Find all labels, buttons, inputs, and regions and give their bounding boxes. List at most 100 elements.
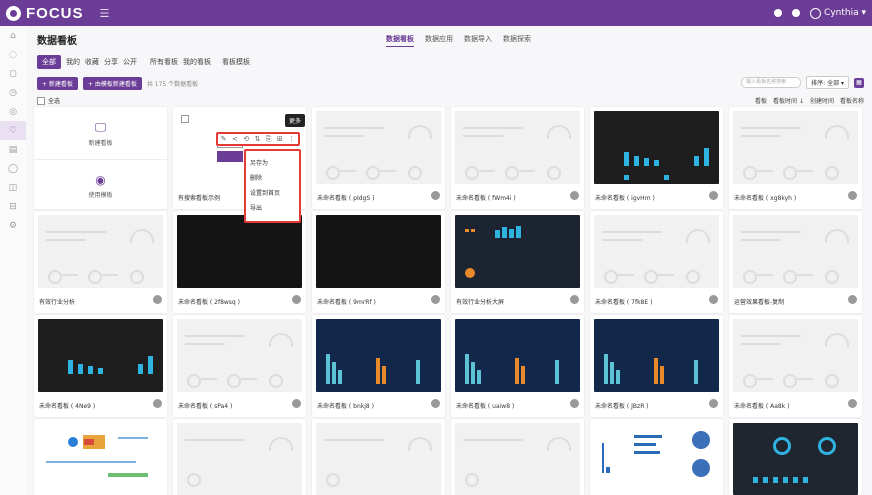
board-card[interactable]: 未命名看板 ( pIdgS ) (312, 107, 445, 209)
sort-link-view-time[interactable]: 看板时间 ↓ (773, 96, 804, 105)
board-card[interactable]: 有效行业分析 (34, 211, 167, 313)
sort-select[interactable]: 排序: 全部 ▾ (806, 76, 849, 89)
info-icon[interactable] (292, 399, 301, 408)
sidebar-item-table[interactable]: ▤ (0, 140, 26, 159)
sidebar-item-boards[interactable]: ♡ (0, 121, 26, 140)
sidebar-item-apps[interactable]: ◫ (0, 178, 26, 197)
new-from-template-button[interactable]: + 由模板新建看板 (82, 77, 142, 90)
user-menu[interactable]: Cynthia ▾ (810, 7, 866, 19)
select-all-checkbox[interactable] (37, 96, 45, 105)
info-icon[interactable] (153, 399, 162, 408)
monitor-icon: 🖵 (94, 119, 107, 134)
info-icon[interactable] (431, 191, 440, 200)
sidebar-item-home[interactable]: ⌂ (0, 26, 26, 45)
board-card[interactable] (729, 419, 862, 495)
info-icon[interactable] (431, 399, 440, 408)
info-icon[interactable] (848, 295, 857, 304)
card-checkbox[interactable] (181, 115, 189, 123)
share-icon[interactable]: < (232, 135, 238, 143)
cat-tab-favorites[interactable]: 收藏 (85, 57, 99, 67)
settings-icon[interactable] (792, 9, 801, 17)
board-name: 未命名看板 ( Aa8k ) (734, 403, 790, 410)
board-card[interactable] (173, 419, 306, 495)
info-icon[interactable] (292, 295, 301, 304)
sidebar-item-search[interactable]: ◌ (0, 45, 26, 64)
grid-view-icon[interactable]: ▦ (854, 77, 864, 88)
sidebar-item-admin[interactable]: ⊟ (0, 197, 26, 216)
info-icon[interactable] (570, 399, 579, 408)
menu-item-export[interactable]: 导出 (250, 201, 295, 216)
info-icon[interactable] (848, 399, 857, 408)
board-card[interactable]: 未命名看板 ( JBzR ) (590, 315, 723, 417)
board-card[interactable]: 有效行业分析大屏 (451, 211, 584, 313)
tab-explore[interactable]: 数据探索 (503, 34, 531, 47)
refresh-icon[interactable]: ⟲ (243, 135, 249, 143)
board-card[interactable]: 未命名看板 ( 9mrRf ) (312, 211, 445, 313)
board-thumbnail (38, 423, 163, 495)
menu-item-set-home[interactable]: 设置到首页 (250, 186, 295, 201)
board-card[interactable]: 未命名看板 ( Aa8k ) (729, 315, 862, 417)
board-card[interactable]: 未命名看板 ( 7fk8E ) (590, 211, 723, 313)
board-card[interactable]: 未命名看板 ( igvHm ) (590, 107, 723, 209)
edit-icon[interactable]: ✎ (221, 135, 227, 143)
cat-tab-shared[interactable]: 分享 (104, 57, 118, 67)
info-icon[interactable] (570, 295, 579, 304)
select-all[interactable]: 全选 (37, 96, 60, 105)
copy-icon[interactable]: ⎘ (266, 135, 272, 144)
info-icon[interactable] (153, 295, 162, 304)
cat-tab-templates[interactable]: 看板模板 (222, 57, 250, 67)
tab-apps[interactable]: 数据应用 (425, 34, 453, 47)
add-template-tile[interactable]: ◉ 使用模板 (34, 159, 167, 212)
search-input[interactable]: 输入看板名称搜索 (741, 77, 802, 88)
board-thumbnail (177, 215, 302, 288)
sidebar-item-chart[interactable]: ◷ (0, 83, 26, 102)
board-card[interactable]: 运营效果看板-复制 (729, 211, 862, 313)
notification-icon[interactable] (774, 9, 783, 17)
board-card[interactable]: 未命名看板 ( sPa4 ) (173, 315, 306, 417)
sort-link-created[interactable]: 创建时间 (810, 96, 834, 105)
cat-tab-mine[interactable]: 我的 (66, 57, 80, 67)
board-name: 未命名看板 ( xg8kyh ) (734, 195, 797, 202)
info-icon[interactable] (570, 191, 579, 200)
info-icon[interactable] (431, 295, 440, 304)
more-tooltip: 更多 (285, 114, 306, 127)
menu-item-save-as[interactable]: 另存为 (250, 156, 295, 171)
tab-import[interactable]: 数据导入 (464, 34, 492, 47)
board-card[interactable] (451, 419, 584, 495)
board-thumbnail (594, 215, 719, 288)
board-card[interactable]: 未命名看板 ( uaiw8 ) (451, 315, 584, 417)
sort-icon[interactable]: ⇅ (255, 135, 261, 143)
board-card[interactable] (312, 419, 445, 495)
info-icon[interactable] (848, 191, 857, 200)
sidebar-item-explore[interactable]: ◎ (0, 102, 26, 121)
sort-link-board[interactable]: 看板 (755, 96, 767, 105)
info-icon[interactable] (709, 191, 718, 200)
cat-tab-public[interactable]: 公开 (123, 57, 137, 67)
sort-links: 看板 看板时间 ↓ 创建时间 看板名称 (755, 96, 864, 105)
cat-tab-my-boards[interactable]: 我的看板 (183, 57, 211, 67)
grid-icon[interactable]: ⊞ (277, 135, 283, 143)
info-icon[interactable] (709, 399, 718, 408)
sort-link-name[interactable]: 看板名称 (840, 96, 864, 105)
cat-tab-all-boards[interactable]: 所有看板 (150, 57, 178, 67)
add-board-tile[interactable]: 🖵 新建看板 (34, 107, 167, 159)
board-card[interactable] (590, 419, 723, 495)
tab-boards[interactable]: 数据看板 (386, 34, 414, 47)
board-card[interactable]: 未命名看板 ( fWm4i ) (451, 107, 584, 209)
board-card[interactable]: 未命名看板 ( xg8kyh ) (729, 107, 862, 209)
sidebar-item-model[interactable]: ◯ (0, 159, 26, 178)
board-card[interactable]: 未命名看板 ( 4Ne9 ) (34, 315, 167, 417)
board-name: 未命名看板 ( 7fk8E ) (595, 299, 653, 306)
sidebar-item-settings[interactable]: ⚙ (0, 216, 26, 235)
brand-name: FOCUS (26, 4, 84, 22)
menu-icon[interactable]: ☰ (100, 7, 110, 20)
new-board-button[interactable]: + 新建看板 (37, 77, 78, 90)
board-card[interactable]: 未命名看板 ( bnkj8 ) (312, 315, 445, 417)
more-icon[interactable]: ⋮ (288, 135, 295, 143)
info-icon[interactable] (709, 295, 718, 304)
cat-tab-all[interactable]: 全部 (37, 55, 61, 69)
board-card[interactable] (34, 419, 167, 495)
board-card[interactable]: 未命名看板 ( 2f8wsq ) (173, 211, 306, 313)
sidebar-item-data[interactable]: ◻ (0, 64, 26, 83)
menu-item-delete[interactable]: 删除 (250, 171, 295, 186)
